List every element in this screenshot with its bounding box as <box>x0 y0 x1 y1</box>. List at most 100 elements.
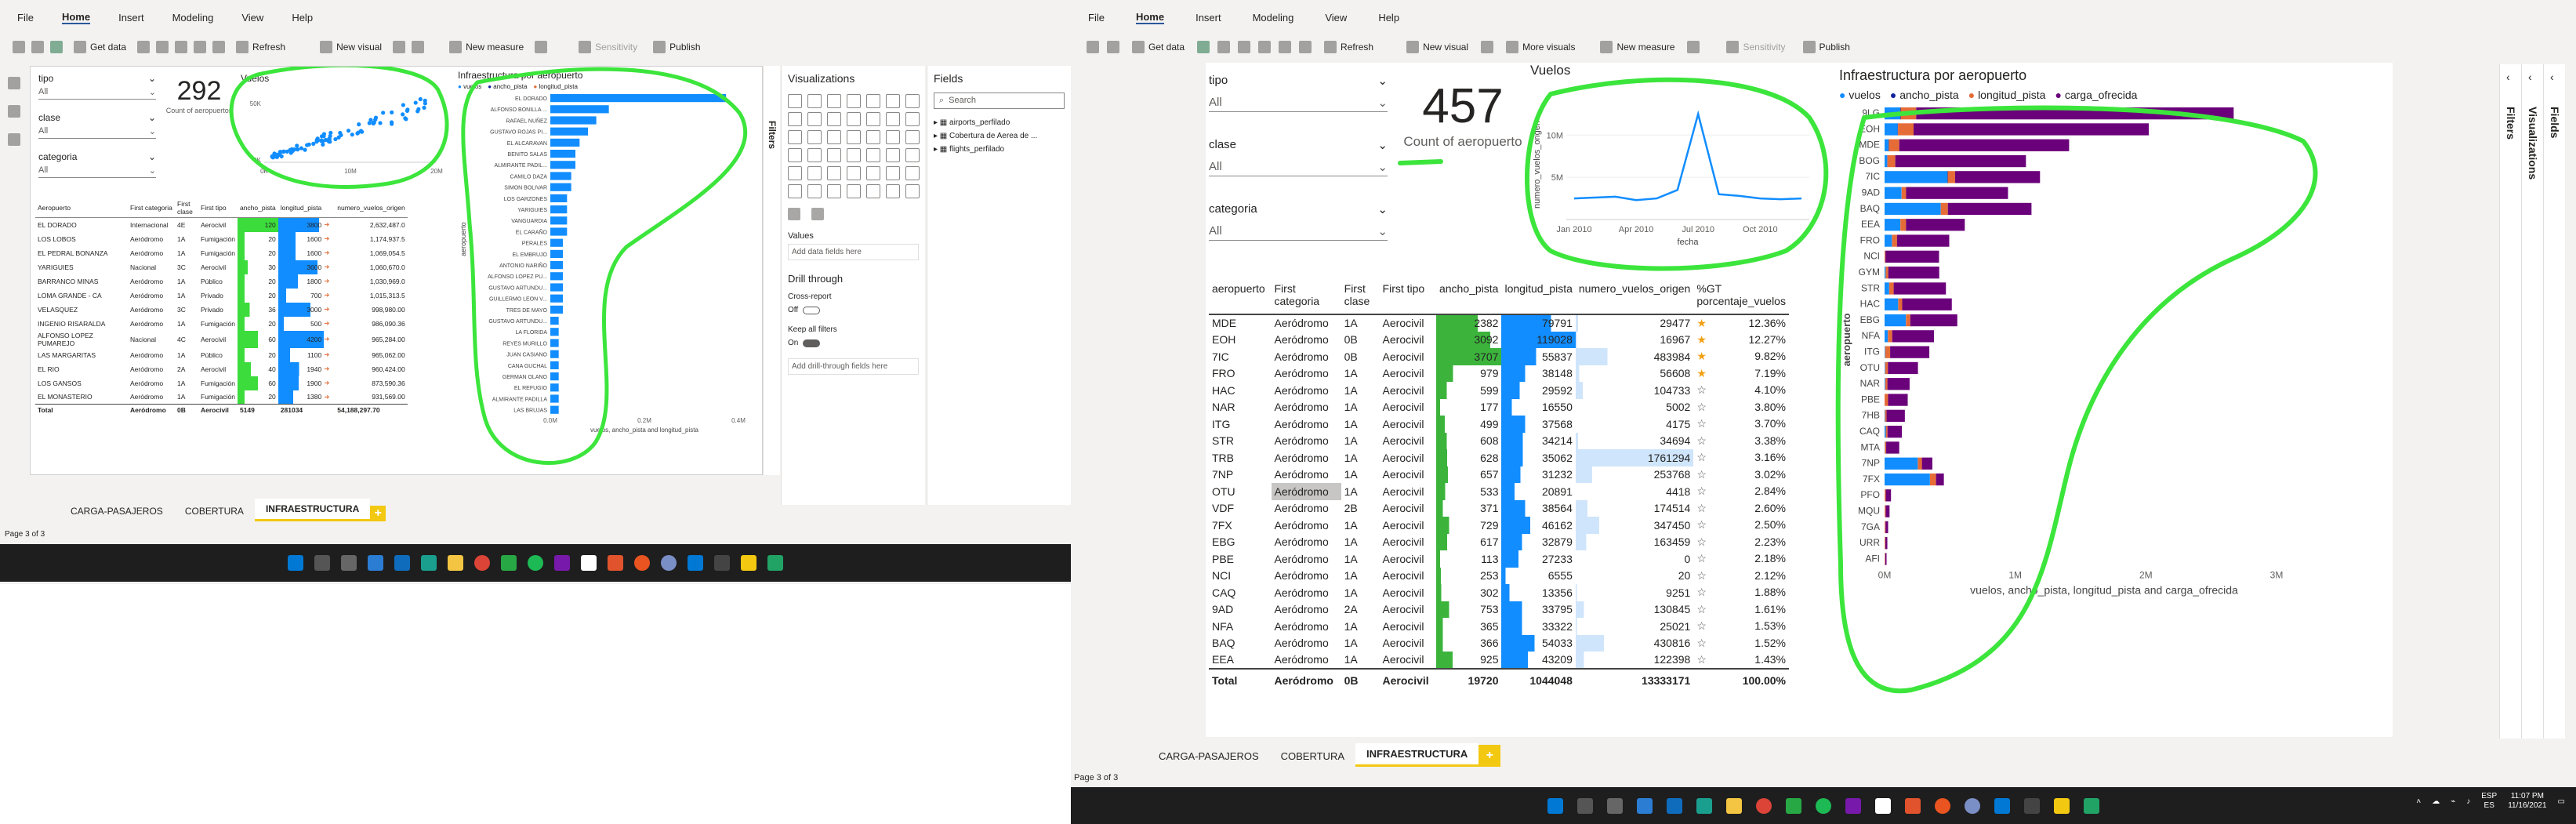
visual-type-icon[interactable] <box>905 94 920 108</box>
app-icon[interactable] <box>767 555 783 571</box>
app-icon[interactable] <box>501 555 517 571</box>
visual-type-icon[interactable] <box>866 184 880 198</box>
transform-icon[interactable] <box>212 41 226 53</box>
visual-type-icon[interactable] <box>886 148 900 162</box>
task-view-icon[interactable] <box>1607 797 1623 814</box>
visual-type-icon[interactable] <box>827 112 841 126</box>
volume-icon[interactable]: ♪ <box>2466 797 2470 806</box>
app-icon[interactable] <box>1637 797 1653 814</box>
sensitivity-button[interactable]: Sensitivity <box>574 41 642 53</box>
right-visualizations-strip[interactable]: ‹ Visualizations <box>2521 64 2543 739</box>
more-visuals-icon[interactable] <box>412 41 425 53</box>
search-icon[interactable] <box>1577 797 1593 814</box>
visual-type-icon[interactable] <box>866 130 880 144</box>
app-icon[interactable] <box>661 555 677 571</box>
model-view-icon[interactable] <box>8 133 20 146</box>
vscode-icon[interactable] <box>688 555 703 571</box>
visual-type-icon[interactable] <box>886 130 900 144</box>
menu-view[interactable]: View <box>241 12 263 24</box>
clock[interactable]: 11:07 PM 11/16/2021 <box>2508 792 2546 811</box>
visual-type-icon[interactable] <box>866 148 880 162</box>
visual-type-icon[interactable] <box>827 148 841 162</box>
text-box-icon[interactable] <box>393 41 406 53</box>
add-page-button[interactable]: + <box>370 506 386 521</box>
visual-type-icon[interactable] <box>905 148 920 162</box>
visual-type-icon[interactable] <box>827 94 841 108</box>
visual-type-icon[interactable] <box>847 94 861 108</box>
menu-insert[interactable]: Insert <box>118 12 144 24</box>
visual-type-icon[interactable] <box>847 130 861 144</box>
tab-infraestructura[interactable]: INFRAESTRUCTURA <box>254 499 371 521</box>
menu-help[interactable]: Help <box>1378 12 1399 24</box>
edge-icon[interactable] <box>1696 797 1712 814</box>
vscode-icon[interactable] <box>1994 797 2010 814</box>
visual-type-icon[interactable] <box>866 166 880 180</box>
menu-modeling[interactable]: Modeling <box>172 12 214 24</box>
tab-cobertura[interactable]: COBERTURA <box>1270 746 1355 767</box>
menu-home[interactable]: Home <box>61 11 91 24</box>
chevron-up-icon[interactable]: ˄ <box>2416 797 2421 806</box>
excel-icon[interactable] <box>50 41 63 53</box>
visual-type-icon[interactable] <box>807 184 822 198</box>
cross-report-toggle[interactable]: Off <box>788 306 919 314</box>
visual-type-icon[interactable] <box>788 148 802 162</box>
chrome-icon[interactable] <box>1756 797 1772 814</box>
recent-sources-icon[interactable] <box>1279 41 1292 53</box>
visual-type-icon[interactable] <box>827 166 841 180</box>
outlook-icon[interactable] <box>1667 797 1682 814</box>
powerbi-icon[interactable] <box>2054 797 2070 814</box>
dataverse-icon[interactable] <box>175 41 188 53</box>
onenote-icon[interactable] <box>554 555 570 571</box>
visual-type-icon[interactable] <box>847 184 861 198</box>
recent-sources-icon[interactable] <box>194 41 207 53</box>
right-filters-strip[interactable]: ‹ Filters <box>2499 64 2521 739</box>
menu-modeling[interactable]: Modeling <box>1253 12 1294 24</box>
values-drop-zone[interactable]: Add data fields here <box>788 244 919 260</box>
sql-icon[interactable] <box>1217 41 1231 53</box>
get-data-button[interactable]: Get data <box>1127 41 1189 53</box>
drill-drop-zone[interactable]: Add drill-through fields here <box>788 358 919 375</box>
fields-search[interactable]: ⌕ Search <box>934 93 1065 109</box>
visual-type-icon[interactable] <box>905 166 920 180</box>
new-visual-button[interactable]: New visual <box>1402 41 1473 53</box>
quick-measure-icon[interactable] <box>1687 41 1700 53</box>
visual-type-icon[interactable] <box>905 184 920 198</box>
new-measure-button[interactable]: New measure <box>444 41 528 53</box>
windows-start-icon[interactable] <box>1547 797 1563 814</box>
left-filters-strip[interactable]: Filters <box>763 66 780 475</box>
visual-type-icon[interactable] <box>807 112 822 126</box>
folder-icon[interactable] <box>448 555 463 571</box>
spotify-icon[interactable] <box>528 555 543 571</box>
windows-start-icon[interactable] <box>288 555 303 571</box>
right-fields-strip[interactable]: ‹ Fields <box>2543 64 2565 739</box>
tab-carga-pasajeros[interactable]: CARGA-PASAJEROS <box>1148 746 1270 767</box>
visual-type-icon[interactable] <box>788 112 802 126</box>
visual-type-icon[interactable] <box>788 130 802 144</box>
app-icon[interactable] <box>634 555 650 571</box>
visual-type-icon[interactable] <box>886 112 900 126</box>
menu-insert[interactable]: Insert <box>1195 12 1221 24</box>
refresh-button[interactable]: Refresh <box>231 41 290 53</box>
visual-type-icon[interactable] <box>847 112 861 126</box>
edge-icon[interactable] <box>421 555 437 571</box>
menu-help[interactable]: Help <box>292 12 313 24</box>
publish-button[interactable]: Publish <box>1798 41 1855 53</box>
task-view-icon[interactable] <box>341 555 357 571</box>
tab-cobertura[interactable]: COBERTURA <box>174 501 255 521</box>
text-box-icon[interactable] <box>1481 41 1494 53</box>
visual-type-icon[interactable] <box>905 112 920 126</box>
refresh-button[interactable]: Refresh <box>1319 41 1378 53</box>
visual-type-icon[interactable] <box>886 184 900 198</box>
publish-button[interactable]: Publish <box>648 41 705 53</box>
add-page-button[interactable]: + <box>1478 745 1501 767</box>
app-icon[interactable] <box>1786 797 1801 814</box>
visual-type-icon[interactable] <box>788 166 802 180</box>
visual-type-icon[interactable] <box>807 94 822 108</box>
network-icon[interactable]: ⌁ <box>2451 797 2455 806</box>
field-table-item[interactable]: ▸ ▦ Cobertura de Aerea de ... <box>934 132 1065 140</box>
outlook-icon[interactable] <box>394 555 410 571</box>
field-table-item[interactable]: ▸ ▦ airports_perfilado <box>934 118 1065 127</box>
format-painter-icon[interactable] <box>1107 41 1119 53</box>
table-icon[interactable] <box>156 41 169 53</box>
table-icon[interactable] <box>1238 41 1251 53</box>
